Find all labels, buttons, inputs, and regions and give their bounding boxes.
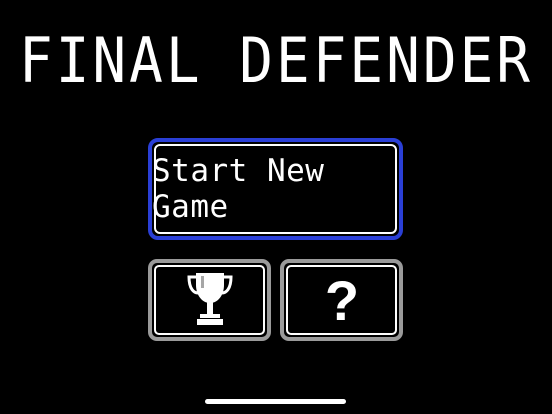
question-mark-icon: ?: [324, 270, 358, 330]
game-title: FINAL DEFENDER: [18, 25, 533, 98]
start-new-game-label: Start New Game: [152, 153, 325, 225]
help-button[interactable]: ?: [280, 259, 403, 341]
home-indicator[interactable]: [205, 399, 346, 404]
trophy-icon: [186, 273, 233, 325]
leaderboard-button[interactable]: [148, 259, 271, 341]
start-new-game-button[interactable]: Start New Game: [148, 138, 403, 240]
question-mark-glyph: ?: [324, 270, 358, 330]
